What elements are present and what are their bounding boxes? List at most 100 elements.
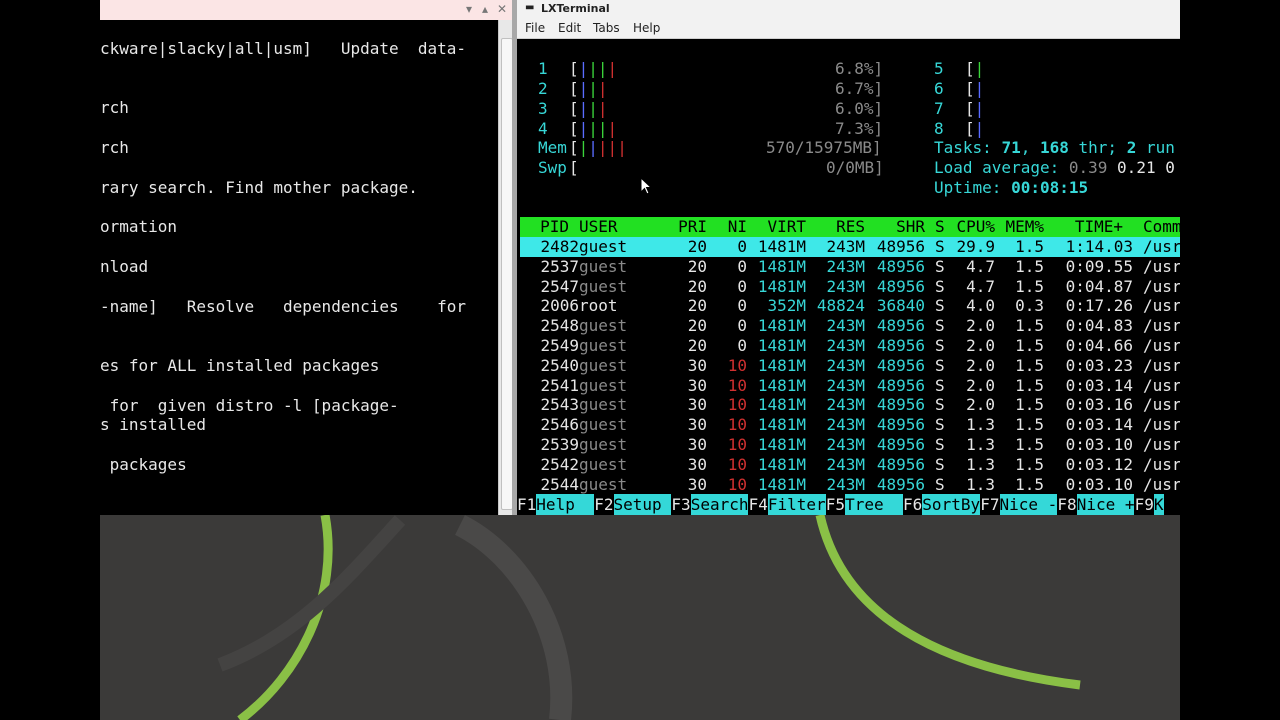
fkey-f5[interactable]: F5 bbox=[826, 494, 845, 515]
table-row[interactable] bbox=[520, 475, 1180, 494]
column-header-s[interactable]: S bbox=[935, 217, 945, 237]
menu-edit[interactable]: Edit bbox=[558, 21, 581, 35]
table-row[interactable] bbox=[520, 376, 1180, 395]
tasks-summary: Tasks: 71, 168 thr; 2 run bbox=[934, 138, 1175, 157]
desktop-background bbox=[100, 515, 1180, 720]
menu-bar: File Edit Tabs Help bbox=[517, 18, 1180, 39]
cpu-percent: 6.7%] bbox=[835, 79, 884, 98]
column-header-mem[interactable]: MEM% bbox=[1005, 217, 1044, 237]
menu-file[interactable]: File bbox=[525, 21, 545, 35]
column-header-shr[interactable]: SHR bbox=[896, 217, 925, 237]
fkey-label-f2[interactable]: Setup bbox=[613, 494, 672, 515]
cpu-number: 3 bbox=[538, 99, 548, 118]
fkey-label-f9[interactable]: K bbox=[1153, 494, 1164, 515]
fkey-f3[interactable]: F3 bbox=[671, 494, 690, 515]
running-count: 2 bbox=[1126, 138, 1137, 157]
column-header-virt[interactable]: VIRT bbox=[767, 217, 806, 237]
table-row[interactable] bbox=[520, 356, 1180, 375]
menu-help[interactable]: Help bbox=[633, 21, 660, 35]
load-label: Load average: bbox=[934, 158, 1060, 177]
function-key-bar: F1 Help F2 Setup F3 Search F4 Filter F5 Tree F6… bbox=[517, 494, 1180, 515]
load-average: Load average: 0.39 0.21 0 bbox=[934, 158, 1175, 178]
terminal-line: rary search. Find mother package. bbox=[100, 178, 418, 197]
cpu-bar: [|||| bbox=[569, 119, 618, 138]
terminal-line: ormation bbox=[100, 217, 178, 236]
column-header-pri[interactable]: PRI bbox=[678, 217, 707, 237]
tasks-label: Tasks: bbox=[934, 138, 992, 157]
cpu-percent: 6.0%] bbox=[835, 99, 884, 118]
table-row[interactable] bbox=[520, 296, 1180, 315]
table-row[interactable] bbox=[520, 435, 1180, 454]
left-scrollbar[interactable] bbox=[498, 20, 513, 515]
fkey-f7[interactable]: F7 bbox=[980, 494, 999, 515]
fkey-f6[interactable]: F6 bbox=[903, 494, 922, 515]
fkey-f9[interactable]: F9 bbox=[1135, 494, 1154, 515]
terminal-line: rch bbox=[100, 138, 129, 157]
cpu-bar: [| bbox=[965, 119, 985, 138]
terminal-line: for given distro -l [package- bbox=[100, 396, 399, 415]
terminal-line: ckware|slacky|all|usm] Update data- bbox=[100, 39, 467, 58]
mem-bar: [||||| bbox=[569, 138, 627, 157]
column-header-ni[interactable]: NI bbox=[728, 217, 747, 237]
terminal-line: nload bbox=[100, 257, 149, 276]
lxterminal-window: ▬ LXTerminal File Edit Tabs Help 1 2 3 4… bbox=[517, 0, 1180, 515]
fkey-label-f5[interactable]: Tree bbox=[845, 494, 903, 515]
fkey-label-f3[interactable]: Search bbox=[690, 494, 749, 515]
fkey-f2[interactable]: F2 bbox=[594, 494, 613, 515]
column-header-time[interactable]: TIME+ bbox=[1075, 217, 1123, 237]
left-window-titlebar[interactable]: ▾ ▴ ✕ bbox=[100, 0, 512, 20]
maximize-icon[interactable]: ▴ bbox=[482, 2, 488, 16]
minimize-icon[interactable]: ▾ bbox=[466, 2, 472, 16]
table-row[interactable] bbox=[520, 415, 1180, 434]
load-5: 0.21 bbox=[1117, 158, 1156, 177]
lxterminal-titlebar[interactable]: ▬ LXTerminal bbox=[517, 0, 1180, 18]
fkey-f8[interactable]: F8 bbox=[1057, 494, 1076, 515]
fkey-f1[interactable]: F1 bbox=[517, 494, 536, 515]
table-row[interactable] bbox=[520, 257, 1180, 276]
window-title: LXTerminal bbox=[541, 2, 610, 15]
column-header-user[interactable]: USER bbox=[579, 217, 618, 237]
table-row[interactable] bbox=[520, 395, 1180, 414]
menu-tabs[interactable]: Tabs bbox=[593, 21, 620, 35]
close-icon[interactable]: ✕ bbox=[497, 2, 507, 16]
cpu-percent: 7.3%] bbox=[835, 119, 884, 138]
table-row[interactable] bbox=[520, 237, 1180, 256]
swp-value: 0/0MB] bbox=[826, 158, 884, 177]
cpu-number: 6 bbox=[934, 79, 944, 98]
cpu-number: 5 bbox=[934, 59, 944, 78]
column-header-res[interactable]: RES bbox=[836, 217, 865, 237]
load-15: 0 bbox=[1165, 158, 1175, 177]
column-header-cpu[interactable]: CPU% bbox=[956, 217, 995, 237]
mem-label: Mem bbox=[538, 138, 567, 157]
column-header-comm[interactable]: Comm bbox=[1143, 217, 1180, 237]
cpu-number: 4 bbox=[538, 119, 548, 138]
cpu-number: 8 bbox=[934, 119, 944, 138]
terminal-line: rch bbox=[100, 98, 129, 117]
uptime: Uptime: 00:08:15 bbox=[934, 178, 1088, 198]
table-row[interactable] bbox=[520, 336, 1180, 355]
table-row[interactable] bbox=[520, 277, 1180, 296]
fkey-label-f7[interactable]: Nice - bbox=[999, 494, 1058, 515]
swp-label: Swp bbox=[538, 158, 567, 177]
threads-label: thr; bbox=[1078, 138, 1118, 157]
table-row[interactable] bbox=[520, 455, 1180, 474]
cpu-bar: [| bbox=[965, 59, 985, 78]
desktop-swoosh-graphic bbox=[217, 515, 1081, 720]
terminal-line: s installed bbox=[100, 415, 206, 434]
terminal-app-icon: ▬ bbox=[525, 2, 535, 13]
left-terminal-output[interactable]: ckware|slacky|all|usm] Update data- rch … bbox=[100, 38, 498, 515]
terminal-line: es for ALL installed packages bbox=[100, 356, 380, 375]
cpu-bar: [||| bbox=[569, 99, 608, 118]
uptime-label: Uptime: bbox=[934, 178, 1002, 197]
table-row[interactable] bbox=[520, 316, 1180, 335]
mem-value: 570/15975MB] bbox=[766, 138, 882, 157]
fkey-label-f8[interactable]: Nice + bbox=[1076, 494, 1135, 515]
mouse-cursor-icon bbox=[640, 177, 652, 195]
column-header-pid[interactable]: PID bbox=[540, 217, 569, 237]
cpu-number: 1 bbox=[538, 59, 548, 78]
terminal-line: packages bbox=[100, 455, 187, 474]
fkey-label-f1[interactable]: Help bbox=[536, 494, 595, 515]
fkey-label-f6[interactable]: SortBy bbox=[922, 494, 981, 515]
fkey-label-f4[interactable]: Filter bbox=[767, 494, 826, 515]
fkey-f4[interactable]: F4 bbox=[749, 494, 768, 515]
